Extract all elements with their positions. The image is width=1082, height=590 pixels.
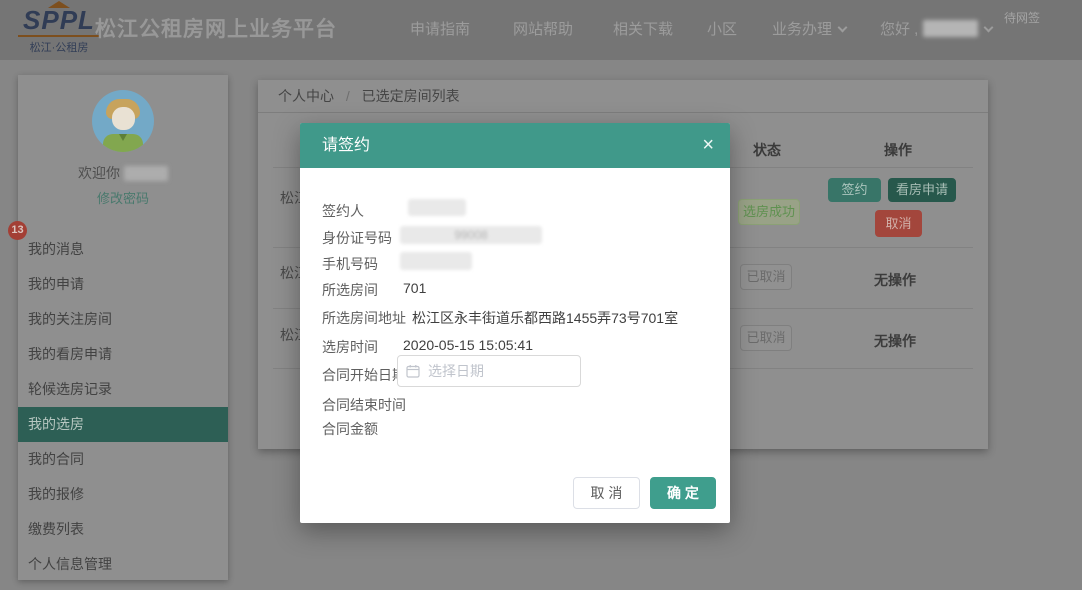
field-label-signer: 签约人 xyxy=(322,201,364,221)
contract-start-date-input[interactable] xyxy=(397,355,581,387)
field-label-id-number: 身份证号码 xyxy=(322,228,392,248)
modal-title: 请签约 xyxy=(322,123,370,168)
field-value-room: 701 xyxy=(403,280,426,296)
field-label-contract-start: 合同开始日期 xyxy=(322,365,406,385)
sign-contract-modal: 请签约 × 签约人 身份证号码 99008 手机号码 所选房间 701 所选房间… xyxy=(300,123,730,523)
field-value-selection-time: 2020-05-15 15:05:41 xyxy=(403,337,533,353)
field-label-phone: 手机号码 xyxy=(322,254,378,274)
field-label-room-address: 所选房间地址 xyxy=(322,308,406,328)
modal-header: 请签约 × xyxy=(300,123,730,168)
field-label-contract-amount: 合同金额 xyxy=(322,419,378,439)
redacted-phone-value xyxy=(400,252,472,270)
confirm-button[interactable]: 确 定 xyxy=(650,477,716,509)
redacted-id-value: 99008 xyxy=(400,226,542,244)
field-label-room: 所选房间 xyxy=(322,280,378,300)
field-label-contract-end: 合同结束时间 xyxy=(322,395,406,415)
field-value-room-address: 松江区永丰街道乐都西路1455弄73号701室 xyxy=(412,308,678,328)
close-icon[interactable]: × xyxy=(702,123,714,168)
cancel-button[interactable]: 取 消 xyxy=(573,477,640,509)
redacted-signer-value xyxy=(408,199,466,216)
field-label-selection-time: 选房时间 xyxy=(322,337,378,357)
